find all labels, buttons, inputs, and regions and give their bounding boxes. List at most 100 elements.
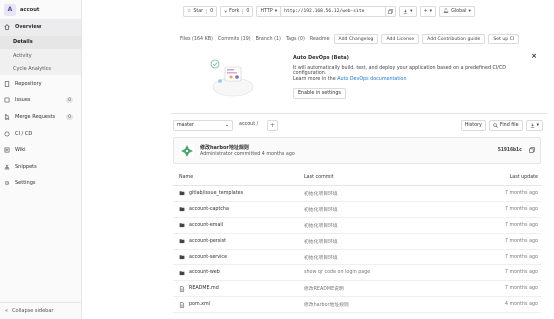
file-name-cell: account-captcha (173, 206, 304, 212)
file-name-link[interactable]: account-email (189, 223, 223, 228)
add-file-button[interactable]: + (267, 120, 278, 131)
table-row[interactable]: account-email 初始化项目环境 7 months ago (173, 218, 541, 234)
sidebar-item-label: Repository (15, 80, 42, 87)
last-commit-message-link[interactable]: 修改README说明 (304, 285, 454, 292)
table-row[interactable]: account-web show qr code on login page 7 m… (173, 265, 541, 282)
sidebar-subitem-cycle-analytics[interactable]: Cycle Analytics (0, 62, 81, 75)
commit-title-link[interactable]: 修改harbor地址规则 (200, 144, 249, 151)
tree-actions: History Find file ▾ (460, 120, 543, 131)
auto-devops-docs-link[interactable]: Auto DevOps documentation (337, 77, 406, 82)
folder-icon (179, 238, 185, 244)
collapse-sidebar-label: Collapse sidebar (12, 308, 54, 314)
gear-icon (4, 180, 10, 186)
sidebar-subitem-activity[interactable]: Activity (0, 49, 81, 62)
download-archive-dropdown[interactable]: ▾ (525, 120, 543, 131)
sidebar-item-wiki[interactable]: Wiki (0, 142, 81, 159)
table-row[interactable]: account-persist 初始化项目环境 7 months ago (173, 234, 541, 250)
sidebar-item-settings[interactable]: Settings (0, 175, 81, 192)
notification-dropdown[interactable]: 🔔︎ Global ▾ (439, 6, 475, 17)
file-name-cell: account-service (173, 254, 304, 260)
last-commit-message-link[interactable]: 初始化项目环境 (304, 254, 454, 261)
clone-url-input[interactable]: http://192.168.56.12/web-site (281, 6, 386, 17)
readme-stat-link[interactable]: Readme (309, 37, 331, 42)
commit-sha-link[interactable]: 51916b1c (498, 147, 522, 153)
table-row[interactable]: account-captcha 初始化项目环境 7 months ago (173, 202, 541, 218)
download-icon (530, 123, 534, 128)
add-changelog-button[interactable]: Add Changelog (333, 34, 379, 44)
sidebar-item-overview[interactable]: Overview (0, 19, 81, 36)
name-column-header: Name (179, 175, 194, 180)
download-dropdown[interactable]: ▾ (399, 6, 417, 17)
branch-stat-link[interactable]: Branch (1) (255, 37, 282, 42)
add-contribution-guide-button[interactable]: Add Contribution guide (422, 34, 486, 44)
table-row[interactable]: account-service 初始化项目环境 7 months ago (173, 250, 541, 266)
folder-icon (179, 222, 185, 228)
find-file-button[interactable]: Find file (488, 120, 523, 131)
file-name-link[interactable]: pom.xml (189, 302, 210, 307)
sidebar-item-snippets[interactable]: Snippets (0, 158, 81, 175)
close-icon[interactable]: × (531, 52, 537, 60)
branch-selector[interactable]: master ⌄ (173, 120, 233, 131)
history-button[interactable]: History (460, 120, 486, 131)
sidebar-item-merge-requests[interactable]: Merge Requests 0 (0, 109, 81, 126)
last-commit-message-link[interactable]: 初始化项目环境 (304, 206, 454, 213)
chevron-down-icon: ▾ (429, 9, 433, 14)
commits-stat-link[interactable]: Commits (19) (217, 37, 252, 42)
last-commit-message-link[interactable]: show qr code on login page (304, 270, 454, 275)
last-commit-message-link[interactable]: 修改harbor地址规则 (304, 301, 454, 308)
table-row[interactable]: pom.xml 修改harbor地址规则 4 months ago (173, 297, 541, 314)
files-stat-link[interactable]: Files (164 KB) (179, 37, 214, 42)
tags-stat-link[interactable]: Tags (0) (285, 37, 306, 42)
last-update-cell: 7 months ago (504, 254, 538, 260)
chevron-down-icon: ▾ (274, 9, 278, 14)
fork-icon: ⑂ (224, 9, 228, 15)
file-name-link[interactable]: account-service (189, 255, 227, 260)
merge-request-icon (4, 114, 10, 120)
sidebar-item-label: Issues (15, 97, 31, 104)
double-chevron-left-icon: « (5, 308, 9, 314)
star-label: Star (193, 9, 204, 14)
table-row[interactable]: README.md 修改README说明 7 months ago (173, 281, 541, 298)
protocol-dropdown[interactable]: HTTP ▾ (256, 6, 282, 17)
add-license-button[interactable]: Add License (381, 34, 420, 44)
auto-devops-banner: Auto DevOps (Beta) It will automatically… (199, 52, 537, 104)
last-commit-message-link[interactable]: 初始化项目环境 (304, 222, 454, 229)
last-update-cell: 7 months ago (504, 286, 538, 292)
file-name-link[interactable]: account-captcha (189, 207, 229, 212)
file-name-cell: account-persist (173, 238, 304, 244)
table-row[interactable]: gitlab/issue_templates 初始化项目环境 7 months ag… (173, 186, 541, 202)
home-icon (4, 24, 10, 31)
plus-icon: + (269, 122, 276, 129)
sidebar-item-repository[interactable]: Repository (0, 75, 81, 92)
enable-in-settings-button[interactable]: Enable in settings (293, 88, 346, 99)
breadcrumb-project[interactable]: accout (239, 122, 255, 127)
star-button[interactable]: ☆ Star 0 (183, 6, 218, 17)
copy-icon[interactable] (529, 147, 535, 153)
sidebar-subitem-details[interactable]: Details (0, 35, 81, 49)
sidebar-item-ci-cd[interactable]: CI / CD (0, 125, 81, 142)
last-commit-message-link[interactable]: 初始化项目环境 (304, 238, 454, 245)
collapse-sidebar-button[interactable]: « Collapse sidebar (0, 302, 82, 319)
add-dropdown[interactable]: + ▾ (419, 6, 437, 17)
branch-toolbar: master ⌄ accout / + History Find file ▾ (173, 120, 543, 132)
learn-more-prefix: Learn more in the (293, 77, 338, 82)
sidebar-item-label: Settings (15, 180, 36, 187)
auto-devops-description: It will automatically build, test, and d… (293, 66, 506, 76)
setup-ci-button[interactable]: Set up CI (488, 34, 520, 44)
project-avatar: A (4, 3, 16, 16)
avatar (180, 144, 194, 158)
file-name-link[interactable]: account-web (189, 270, 220, 275)
fork-button[interactable]: ⑂ Fork 0 (220, 6, 254, 17)
copy-url-button[interactable] (385, 6, 397, 17)
sidebar-project-header[interactable]: A accout (0, 0, 81, 19)
fork-label: Fork (229, 9, 240, 14)
file-name-link[interactable]: README.md (189, 286, 219, 291)
file-name-link[interactable]: account-persist (189, 239, 226, 244)
sidebar-item-issues[interactable]: Issues 0 (0, 92, 81, 109)
chevron-down-icon: ▾ (536, 123, 539, 128)
clone-url-group: HTTP ▾ http://192.168.56.12/web-site (256, 6, 397, 17)
chevron-down-icon: ▾ (410, 9, 413, 14)
file-name-link[interactable]: gitlab/issue_templates (189, 191, 243, 196)
last-commit-message-link[interactable]: 初始化项目环境 (304, 190, 454, 197)
star-icon: ☆ (187, 9, 192, 14)
